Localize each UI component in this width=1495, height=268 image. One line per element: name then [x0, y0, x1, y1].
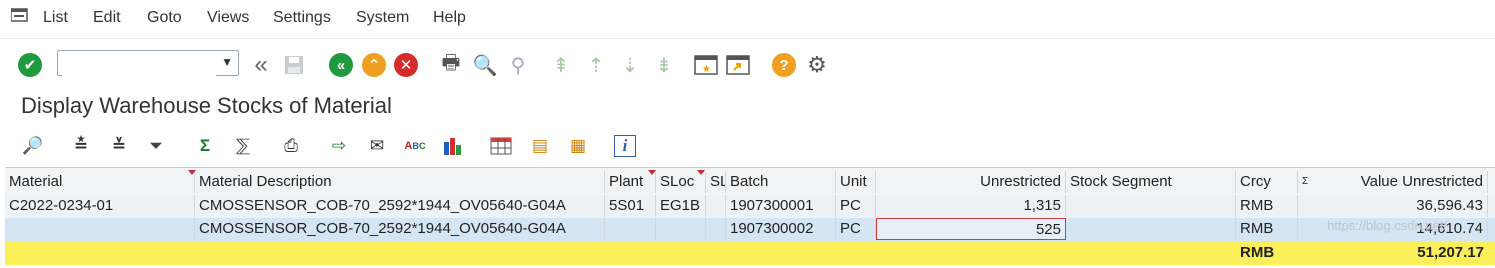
col-material[interactable]: Material — [5, 171, 195, 193]
cell-stock-segment[interactable] — [1066, 195, 1236, 217]
settings-gear-icon[interactable]: ⚙ — [804, 52, 830, 78]
total-row[interactable]: RMB 51,207.17 — [5, 241, 1495, 265]
send-icon[interactable]: ✉ — [364, 133, 390, 159]
shortcut-button[interactable] — [725, 52, 751, 78]
cell-material[interactable] — [5, 218, 195, 240]
cell-unit[interactable]: PC — [836, 218, 876, 240]
standard-toolbar: ✔ ▼ « « ⌃ ✕ 🖶 🔍 ⚲ ⇞ ⇡ ⇣ ⇟ ★ ? ⚙ — [0, 40, 1495, 90]
cell-unit[interactable]: PC — [836, 195, 876, 217]
abc-analysis-icon[interactable]: ABC — [402, 133, 428, 159]
sort-ascending-icon[interactable]: ≛ — [68, 133, 94, 159]
save-layout-icon[interactable]: ▦ — [565, 133, 591, 159]
next-page-icon[interactable]: ⇣ — [617, 52, 643, 78]
shortcut-icon — [726, 55, 750, 75]
cell-description[interactable]: CMOSSENSOR_COB-70_2592*1944_OV05640-G04A — [195, 195, 605, 217]
sort-indicator — [697, 170, 705, 175]
cell-currency[interactable]: RMB — [1236, 218, 1298, 240]
col-batch[interactable]: Batch — [726, 171, 836, 193]
page-title: Display Warehouse Stocks of Material — [21, 93, 392, 118]
table-row[interactable]: C2022-0234-01 CMOSSENSOR_COB-70_2592*194… — [5, 195, 1495, 219]
menu-help[interactable]: Help — [433, 9, 466, 27]
table-row[interactable]: CMOSSENSOR_COB-70_2592*1944_OV05640-G04A… — [5, 218, 1495, 242]
cancel-button[interactable]: ✕ — [393, 52, 419, 78]
cell-plant[interactable] — [605, 218, 656, 240]
cancel-icon: ✕ — [394, 53, 418, 77]
col-value-unrestricted[interactable]: Value Unrestricted — [1320, 171, 1488, 193]
cell-sl[interactable] — [706, 218, 726, 240]
cell-description[interactable]: CMOSSENSOR_COB-70_2592*1944_OV05640-G04A — [195, 218, 605, 240]
command-input[interactable] — [62, 52, 216, 76]
cell-sloc[interactable]: EG1B — [656, 195, 706, 217]
print-icon[interactable]: 🖶 — [438, 52, 464, 78]
information-icon[interactable]: i — [612, 133, 638, 159]
menu-views[interactable]: Views — [207, 9, 249, 27]
save-button[interactable] — [281, 52, 307, 78]
cell-material[interactable]: C2022-0234-01 — [5, 195, 195, 217]
print-preview-icon[interactable]: ⎙ — [278, 133, 304, 159]
exit-button[interactable]: ⌃ — [361, 52, 387, 78]
help-button[interactable]: ? — [771, 52, 797, 78]
first-page-icon[interactable]: ⇞ — [548, 52, 574, 78]
application-toolbar: 🔎 ≛ ≚ ⏷ Σ ⅀ ⎙ ⇨ ✉ ABC ▤ ▦ i — [0, 130, 1495, 164]
checkmark-icon: ✔ — [18, 53, 42, 77]
sap-menu-icon[interactable] — [11, 8, 29, 24]
cell-unrestricted-selected[interactable]: 525 — [876, 218, 1066, 240]
cell-currency[interactable]: RMB — [1236, 195, 1298, 217]
cell-batch[interactable]: 1907300001 — [726, 195, 836, 217]
choose-layout-icon[interactable]: ▤ — [527, 133, 553, 159]
save-icon — [285, 56, 303, 74]
cell-plant[interactable]: 5S01 — [605, 195, 656, 217]
menu-system[interactable]: System — [356, 9, 409, 27]
watermark: https://blog.csdn.net/ — [1327, 218, 1447, 233]
col-stock-segment[interactable]: Stock Segment — [1066, 171, 1236, 193]
menu-list[interactable]: List — [43, 9, 68, 27]
collapse-command-icon[interactable]: « — [248, 51, 274, 78]
total-icon[interactable]: Σ — [192, 133, 218, 159]
menu-edit[interactable]: Edit — [93, 9, 121, 27]
total-currency: RMB — [1240, 244, 1275, 261]
menu-bar: List Edit Goto Views Settings System Hel… — [0, 0, 1495, 39]
cell-stock-segment[interactable] — [1066, 218, 1236, 240]
total-value: 51,207.17 — [1417, 244, 1484, 261]
graphic-icon[interactable] — [440, 133, 466, 159]
menu-goto[interactable]: Goto — [147, 9, 182, 27]
col-unrestricted[interactable]: Unrestricted — [876, 171, 1066, 193]
last-page-icon[interactable]: ⇟ — [651, 52, 677, 78]
cell-batch[interactable]: 1907300002 — [726, 218, 836, 240]
command-field[interactable]: ▼ — [57, 50, 239, 76]
filter-icon[interactable]: ⏷ — [143, 133, 169, 159]
find-next-icon[interactable]: ⚲ — [505, 52, 531, 78]
back-button[interactable]: « — [328, 52, 354, 78]
svg-text:★: ★ — [702, 64, 711, 75]
cell-unrestricted[interactable]: 1,315 — [876, 195, 1066, 217]
col-currency[interactable]: Crcy — [1236, 171, 1298, 193]
menu-settings[interactable]: Settings — [273, 9, 331, 27]
cell-sloc[interactable] — [656, 218, 706, 240]
details-icon[interactable]: 🔎 — [20, 133, 46, 159]
create-session-button[interactable]: ★ — [693, 52, 719, 78]
sort-descending-icon[interactable]: ≚ — [106, 133, 132, 159]
cell-sl[interactable] — [706, 195, 726, 217]
back-icon: « — [329, 53, 353, 77]
change-layout-icon[interactable] — [488, 133, 514, 159]
col-sl[interactable]: SL — [706, 171, 726, 193]
enter-button[interactable]: ✔ — [17, 52, 43, 78]
exit-icon: ⌃ — [362, 53, 386, 77]
export-icon[interactable]: ⇨ — [326, 133, 352, 159]
subtotal-icon[interactable]: ⅀ — [230, 133, 256, 159]
sum-indicator-icon: Σ — [1302, 176, 1309, 187]
col-unit[interactable]: Unit — [836, 171, 876, 193]
cell-value[interactable]: 36,596.43 — [1298, 195, 1488, 217]
help-icon: ? — [772, 53, 796, 77]
col-material-description[interactable]: Material Description — [195, 171, 605, 193]
stock-grid: Material Material Description Plant SLoc… — [5, 167, 1495, 268]
chevron-down-icon[interactable]: ▼ — [221, 55, 233, 69]
previous-page-icon[interactable]: ⇡ — [583, 52, 609, 78]
new-session-icon: ★ — [694, 55, 718, 75]
sort-indicator — [648, 170, 656, 175]
find-icon[interactable]: 🔍 — [472, 52, 498, 78]
